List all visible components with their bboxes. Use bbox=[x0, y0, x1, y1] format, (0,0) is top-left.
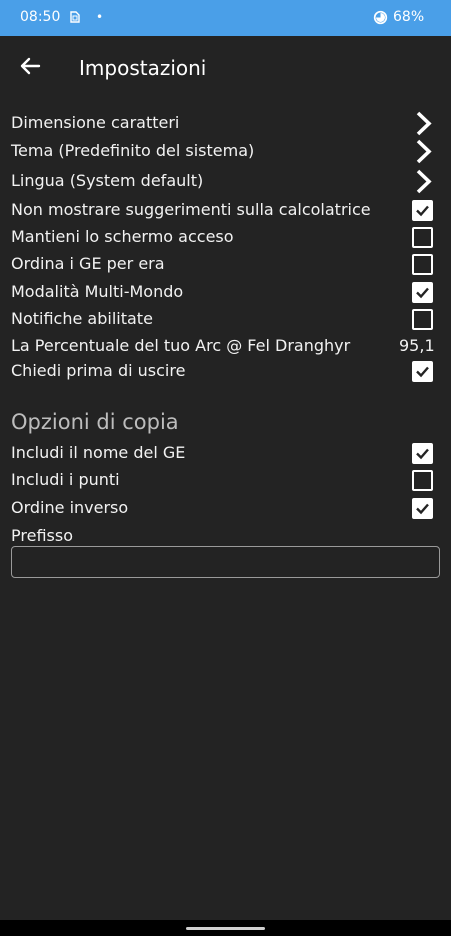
setting-label: Tema (Predefinito del sistema) bbox=[11, 141, 255, 160]
chevron-right-icon bbox=[416, 139, 432, 164]
battery-level: 68% bbox=[393, 9, 425, 25]
setting-theme[interactable]: Tema (Predefinito del sistema) bbox=[0, 138, 451, 165]
setting-notifications[interactable]: Notifiche abilitate bbox=[0, 306, 451, 333]
chevron-right-icon bbox=[416, 111, 432, 136]
checkmark-icon bbox=[416, 366, 429, 378]
setting-arc-percentage[interactable]: La Percentuale del tuo Arc @ Fel Dranghy… bbox=[0, 333, 451, 360]
setting-hide-calculator-hints[interactable]: Non mostrare suggerimenti sulla calcolat… bbox=[0, 197, 451, 224]
section-title-copy-options: Opzioni di copia bbox=[11, 410, 179, 434]
setting-label: Notifiche abilitate bbox=[11, 309, 153, 328]
status-bar: 08:50 • 68% bbox=[0, 0, 451, 36]
setting-keep-screen-on[interactable]: Mantieni lo schermo acceso bbox=[0, 224, 451, 251]
setting-label: Ordine inverso bbox=[11, 498, 129, 517]
setting-sort-by-era[interactable]: Ordina i GE per era bbox=[0, 251, 451, 278]
sim-card-icon bbox=[70, 11, 80, 23]
checkbox-unchecked[interactable] bbox=[412, 470, 433, 491]
gesture-handle[interactable] bbox=[186, 927, 265, 930]
notification-dot: • bbox=[96, 10, 104, 24]
setting-label: Dimensione caratteri bbox=[11, 113, 180, 132]
copy-reverse-order[interactable]: Ordine inverso bbox=[0, 495, 451, 522]
setting-multi-world[interactable]: Modalità Multi-Mondo bbox=[0, 279, 451, 306]
chevron-right-icon bbox=[416, 169, 432, 194]
setting-language[interactable]: Lingua (System default) bbox=[0, 168, 451, 195]
page-title: Impostazioni bbox=[79, 56, 207, 80]
setting-value: 95,1 bbox=[399, 336, 435, 355]
setting-label: Ordina i GE per era bbox=[11, 254, 165, 273]
checkbox-checked[interactable] bbox=[412, 200, 433, 221]
battery-saver-icon bbox=[373, 10, 388, 25]
setting-confirm-exit[interactable]: Chiedi prima di uscire bbox=[0, 358, 451, 385]
copy-include-ge-name[interactable]: Includi il nome del GE bbox=[0, 440, 451, 467]
setting-label: Mantieni lo schermo acceso bbox=[11, 227, 234, 246]
setting-label: La Percentuale del tuo Arc @ Fel Dranghy… bbox=[11, 336, 351, 355]
app-bar: Impostazioni bbox=[0, 36, 451, 98]
prefix-label: Prefisso bbox=[11, 526, 73, 545]
setting-label: Includi il nome del GE bbox=[11, 443, 186, 462]
navigation-bar bbox=[0, 920, 451, 936]
setting-label: Includi i punti bbox=[11, 470, 120, 489]
checkbox-checked[interactable] bbox=[412, 498, 433, 519]
setting-label: Lingua (System default) bbox=[11, 171, 204, 190]
setting-label: Chiedi prima di uscire bbox=[11, 361, 186, 380]
back-arrow-icon[interactable] bbox=[14, 50, 46, 82]
setting-label: Non mostrare suggerimenti sulla calcolat… bbox=[11, 200, 371, 219]
checkmark-icon bbox=[416, 503, 429, 515]
status-time: 08:50 bbox=[20, 9, 61, 25]
checkbox-checked[interactable] bbox=[412, 361, 433, 382]
checkmark-icon bbox=[416, 287, 429, 299]
checkbox-unchecked[interactable] bbox=[412, 254, 433, 275]
setting-label: Modalità Multi-Mondo bbox=[11, 282, 184, 301]
checkbox-checked[interactable] bbox=[412, 282, 433, 303]
checkbox-unchecked[interactable] bbox=[412, 309, 433, 330]
setting-font-size[interactable]: Dimensione caratteri bbox=[0, 110, 451, 137]
checkbox-unchecked[interactable] bbox=[412, 227, 433, 248]
checkbox-checked[interactable] bbox=[412, 443, 433, 464]
prefix-input[interactable] bbox=[11, 546, 440, 578]
copy-include-points[interactable]: Includi i punti bbox=[0, 467, 451, 494]
checkmark-icon bbox=[416, 205, 429, 217]
checkmark-icon bbox=[416, 448, 429, 460]
